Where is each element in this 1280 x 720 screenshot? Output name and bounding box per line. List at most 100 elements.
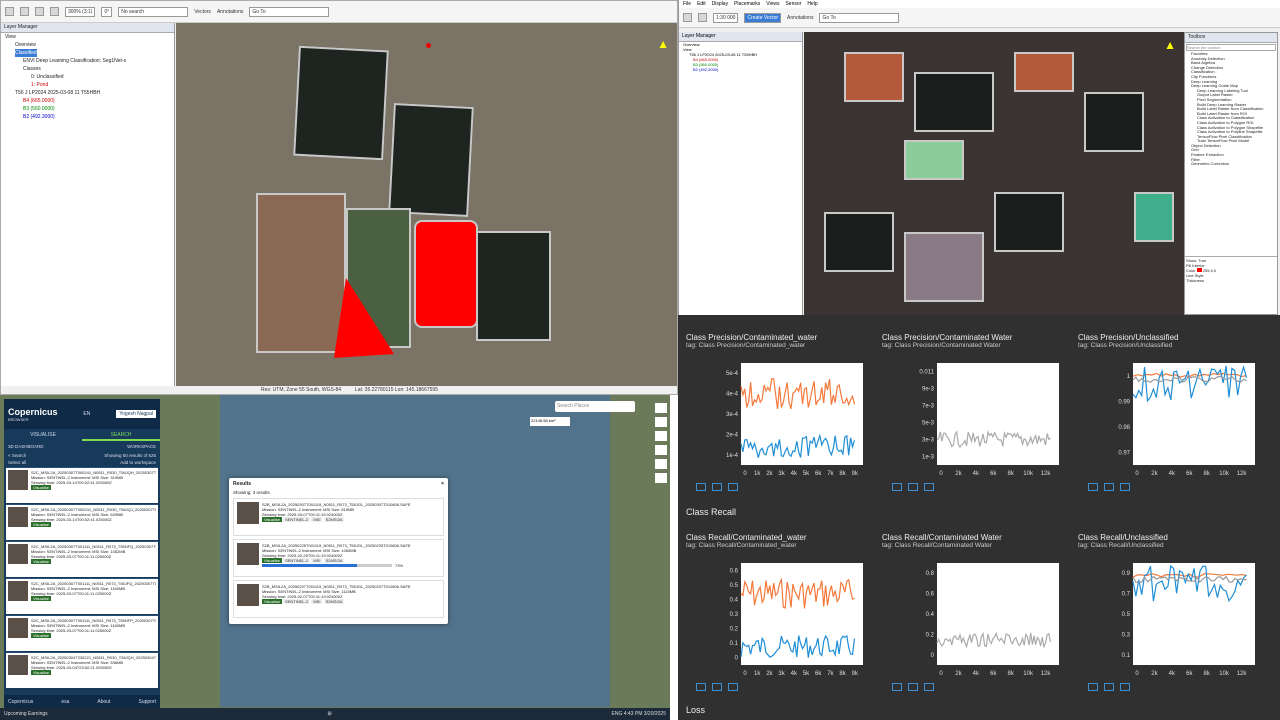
fit-domain-icon[interactable] bbox=[924, 683, 934, 691]
fit-domain-icon[interactable] bbox=[728, 483, 738, 491]
tab-visualise[interactable]: VISUALISE bbox=[4, 429, 82, 441]
fullscreen-icon[interactable] bbox=[696, 483, 706, 491]
layer-item[interactable]: 0: Unclassified bbox=[1, 73, 174, 81]
layer-item[interactable]: Classes bbox=[1, 65, 174, 73]
close-icon[interactable]: × bbox=[441, 481, 444, 487]
menu-sensor[interactable]: Sensor bbox=[785, 1, 801, 7]
lang-select[interactable]: EN bbox=[83, 411, 90, 417]
chart-plot[interactable]: 0.6 0.5 0.4 0.3 0.2 0.1 0 0 1k 2k 3k 4k 5k 6k 7k 8k 9k bbox=[686, 559, 871, 679]
pan-icon[interactable] bbox=[35, 7, 44, 16]
search-input[interactable]: No search bbox=[118, 6, 189, 17]
layer-item[interactable]: View bbox=[1, 33, 174, 41]
log-scale-icon[interactable] bbox=[1104, 483, 1114, 491]
vector-mode[interactable]: Create Vector bbox=[744, 12, 782, 23]
layer-item[interactable]: B4 (665.0000) bbox=[1, 97, 174, 105]
annotations-menu[interactable]: Annotations bbox=[217, 9, 243, 15]
zoom-select[interactable]: 300% (3:1) bbox=[65, 6, 96, 17]
fullscreen-icon[interactable] bbox=[1088, 483, 1098, 491]
chart-plot[interactable]: 5e-4 4e-4 3e-4 2e-4 1e-4 0 1k 2k 3k 4k 5k 6k 7k 8k 9k bbox=[686, 359, 871, 479]
annotations-menu[interactable]: Annotations bbox=[787, 15, 813, 21]
chart-plot[interactable]: 0.011 9e-3 7e-3 5e-3 3e-3 1e-3 0 2k 4k 6k 8k 10k 12k bbox=[882, 359, 1067, 479]
fullscreen-icon[interactable] bbox=[892, 483, 902, 491]
fit-domain-icon[interactable] bbox=[1120, 683, 1130, 691]
visualise-button[interactable]: Visualise bbox=[31, 670, 51, 675]
visualise-button[interactable]: Visualise bbox=[262, 517, 282, 522]
result-item[interactable]: S2C_MSIL2A_20250307T001111_N0511_R073_T5… bbox=[6, 615, 158, 651]
visualise-button[interactable]: Visualise bbox=[31, 522, 51, 527]
fullscreen-icon[interactable] bbox=[892, 683, 902, 691]
about-link[interactable]: About bbox=[97, 699, 110, 705]
image-view[interactable]: ▲ bbox=[176, 23, 677, 388]
layer-item[interactable]: T56 J LP2024 2025-03-08 11 T55HBH bbox=[1, 89, 174, 97]
result-item[interactable]: S2C_MSIL2A_20250304T235221_N0511_R030_T5… bbox=[6, 652, 158, 688]
goto-field[interactable]: Go To bbox=[819, 12, 900, 23]
dialog-result[interactable]: S2B_MSIL2A_20250307T001119_N0511_R073_T5… bbox=[233, 498, 444, 536]
result-item[interactable]: S2C_MSIL2A_20250307T001111_N0511_R073_T5… bbox=[6, 541, 158, 577]
log-scale-icon[interactable] bbox=[908, 683, 918, 691]
user-button[interactable]: Yogesh Nagpal bbox=[116, 410, 156, 418]
menu-edit[interactable]: Edit bbox=[697, 1, 706, 7]
section-loss[interactable]: Loss bbox=[686, 705, 705, 715]
log-scale-icon[interactable] bbox=[1104, 683, 1114, 691]
add-to-workspace[interactable]: Add to workspace bbox=[120, 460, 156, 465]
chart-plot[interactable]: 1 0.99 0.98 0.97 0 2k 4k 6k 8k 10k 12k bbox=[1078, 359, 1263, 479]
zoom-select[interactable]: 1:30 000 bbox=[713, 12, 739, 23]
log-scale-icon[interactable] bbox=[712, 683, 722, 691]
layer-item[interactable]: B2 (492.3000) bbox=[679, 67, 802, 72]
dialog-result[interactable]: S2B_MSIL2A_20250225T001119_N0511_R073_T5… bbox=[233, 539, 444, 577]
search-places-input[interactable]: Search Places bbox=[555, 401, 635, 412]
toolbox-item[interactable]: Geometric Correction bbox=[1185, 162, 1277, 167]
chart-plot[interactable]: 0.8 0.6 0.4 0.2 0 0 2k 4k 6k 8k 10k 12k bbox=[882, 559, 1067, 679]
layers-icon[interactable] bbox=[655, 403, 667, 413]
layer-item[interactable]: B2 (492.3000) bbox=[1, 113, 174, 121]
menu-help[interactable]: Help bbox=[807, 1, 817, 7]
menu-placemarks[interactable]: Placemarks bbox=[734, 1, 760, 7]
select-all[interactable]: Select all bbox=[8, 460, 26, 465]
menu-file[interactable]: File bbox=[683, 1, 691, 7]
layer-item-selected[interactable]: Classified bbox=[15, 49, 37, 57]
goto-field[interactable]: Go To bbox=[249, 6, 330, 17]
result-item[interactable]: S2C_MSIL2A_20250307T000241_N0511_R030_T5… bbox=[6, 467, 158, 503]
log-scale-icon[interactable] bbox=[908, 483, 918, 491]
measure-icon[interactable] bbox=[655, 431, 667, 441]
tab-search[interactable]: SEARCH bbox=[82, 429, 160, 441]
fullscreen-icon[interactable] bbox=[696, 683, 706, 691]
save-icon[interactable] bbox=[20, 7, 29, 16]
rotation-select[interactable]: 0° bbox=[101, 6, 113, 17]
log-scale-icon[interactable] bbox=[712, 483, 722, 491]
toolbox-search[interactable]: Search the toolbox bbox=[1186, 44, 1276, 51]
pin-icon[interactable] bbox=[655, 459, 667, 469]
menu-display[interactable]: Display bbox=[712, 1, 728, 7]
section-recall[interactable]: Class Recall bbox=[686, 507, 736, 517]
layer-item[interactable]: ENVI Deep Learning Classification: Seg1N… bbox=[1, 57, 174, 65]
visualise-button[interactable]: Visualise bbox=[31, 596, 51, 601]
draw-icon[interactable] bbox=[655, 445, 667, 455]
visualise-button[interactable]: Visualise bbox=[31, 559, 51, 564]
info-icon[interactable] bbox=[655, 417, 667, 427]
result-item[interactable]: S2C_MSIL2A_20250307T000241_N0511_R030_T5… bbox=[6, 504, 158, 540]
open-icon[interactable] bbox=[683, 13, 692, 22]
fit-domain-icon[interactable] bbox=[924, 483, 934, 491]
weather-widget[interactable]: Upcoming Earnings bbox=[4, 711, 48, 717]
support-link[interactable]: Support bbox=[138, 699, 156, 705]
image-view-right[interactable]: ▲ bbox=[804, 32, 1184, 315]
3d-icon[interactable] bbox=[655, 473, 667, 483]
visualise-button[interactable]: Visualise bbox=[31, 485, 51, 490]
zoom-icon[interactable] bbox=[50, 7, 59, 16]
workspace-button[interactable]: WORKSPACE bbox=[127, 444, 156, 449]
fit-domain-icon[interactable] bbox=[728, 683, 738, 691]
menu-views[interactable]: Views bbox=[766, 1, 779, 7]
dashboard-button[interactable]: 3D DASHBOARD bbox=[8, 444, 44, 449]
dialog-result[interactable]: S2B_MSIL2A_20250207T001119_N0511_R073_T5… bbox=[233, 580, 444, 618]
chart-plot[interactable]: 0.9 0.7 0.5 0.3 0.1 0 2k 4k 6k 8k 10k 12k bbox=[1078, 559, 1263, 679]
layer-item[interactable]: B3 (560.0000) bbox=[1, 105, 174, 113]
visualise-button[interactable]: Visualise bbox=[31, 633, 51, 638]
layer-item[interactable]: 1: Pond bbox=[1, 81, 174, 89]
start-icon[interactable]: ⊞ bbox=[327, 711, 331, 717]
vectors-menu[interactable]: Vectors bbox=[194, 9, 211, 15]
open-icon[interactable] bbox=[5, 7, 14, 16]
pan-icon[interactable] bbox=[698, 13, 707, 22]
fullscreen-icon[interactable] bbox=[1088, 683, 1098, 691]
layer-item[interactable]: Overview bbox=[1, 41, 174, 49]
visualise-button[interactable]: Visualise bbox=[262, 599, 282, 604]
